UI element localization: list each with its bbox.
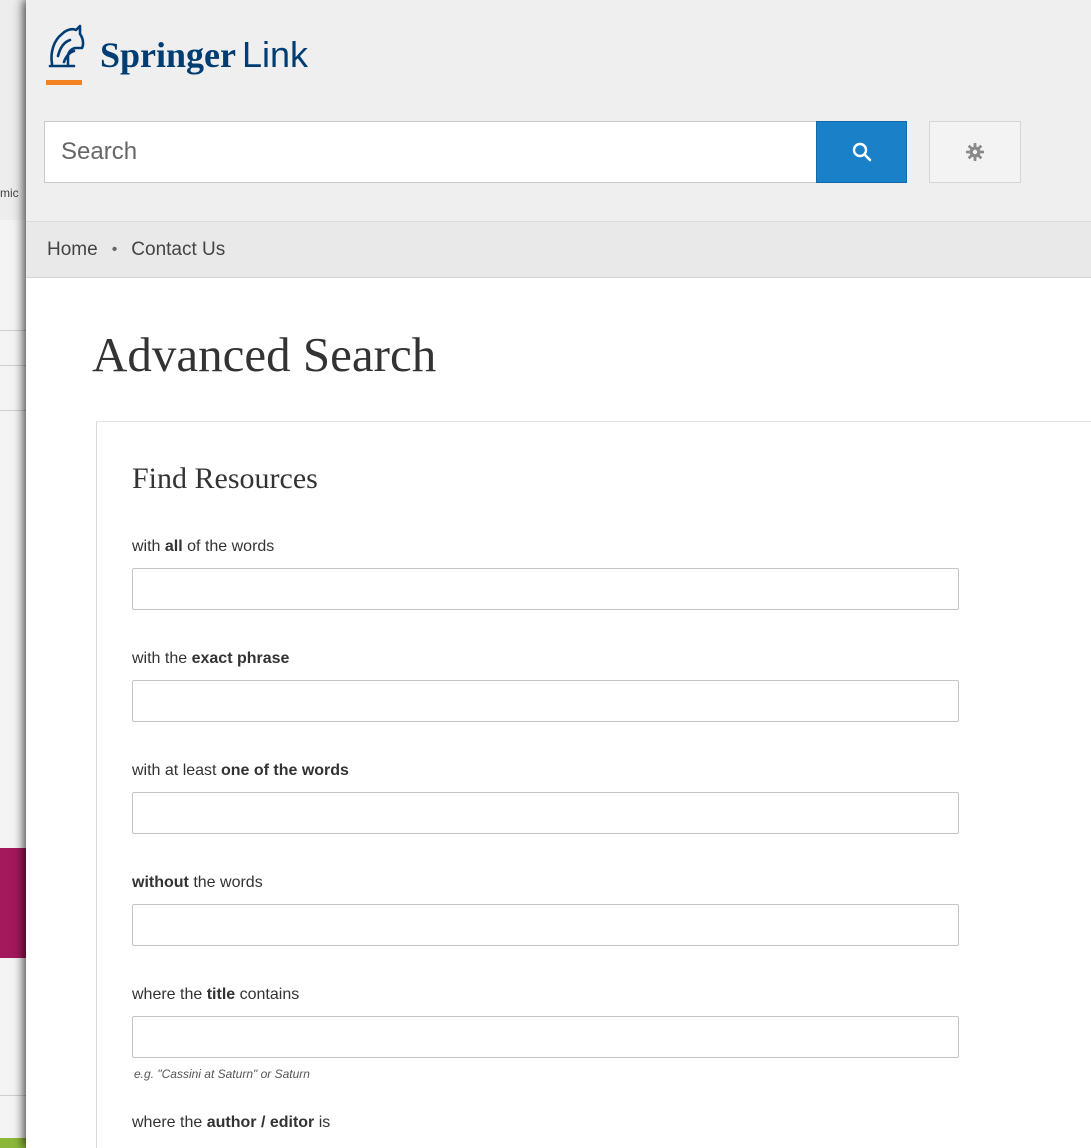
- exact-phrase-input[interactable]: [132, 680, 959, 722]
- label-text: contains: [235, 986, 300, 1003]
- label-text: the words: [188, 874, 263, 891]
- one-of-words-label: with at least one of the words: [132, 762, 349, 780]
- all-words-label: with all of the words: [132, 538, 274, 556]
- springer-knight-icon: [44, 22, 86, 90]
- search-button[interactable]: [816, 121, 907, 183]
- nav-separator: •: [111, 240, 118, 258]
- breadcrumb-nav: Home • Contact Us: [26, 222, 1091, 278]
- all-words-input[interactable]: [132, 568, 959, 610]
- label-text: with: [132, 538, 165, 555]
- springer-link-logo[interactable]: Springer Link: [44, 22, 308, 92]
- logo-wordmark: Springer Link: [100, 34, 308, 76]
- one-of-words-input[interactable]: [132, 792, 959, 834]
- logo-brand: Springer: [100, 35, 237, 75]
- label-emphasis: without: [132, 874, 189, 891]
- author-editor-label: where the author / editor is: [132, 1114, 330, 1132]
- label-emphasis: all: [164, 538, 183, 555]
- search-input[interactable]: [44, 121, 818, 183]
- magnifier-icon: [852, 142, 871, 162]
- nav-contact-us-link[interactable]: Contact Us: [131, 239, 225, 261]
- springer-link-window: Springer Link Search Home • Contact Us A…: [26, 0, 1091, 1148]
- find-resources-panel: Find Resources with all of the words wit…: [96, 421, 1091, 1148]
- label-text: of the words: [182, 538, 275, 555]
- label-text: where the: [132, 1114, 207, 1131]
- settings-button[interactable]: [929, 121, 1021, 183]
- label-emphasis: title: [206, 986, 236, 1003]
- site-header: Springer Link: [26, 0, 1091, 222]
- title-example-hint: e.g. "Cassini at Saturn" or Saturn: [134, 1067, 310, 1081]
- label-text: is: [314, 1114, 331, 1131]
- logo-product: Link: [242, 34, 309, 75]
- label-emphasis: author / editor: [206, 1114, 315, 1131]
- label-text: where the: [132, 986, 207, 1003]
- exact-phrase-label: with the exact phrase: [132, 650, 289, 668]
- label-text: with at least: [132, 762, 221, 779]
- label-text: with the: [132, 650, 192, 667]
- section-title: Find Resources: [132, 462, 318, 495]
- nav-home-link[interactable]: Home: [47, 239, 98, 261]
- background-text: mic: [0, 186, 19, 200]
- label-emphasis: one of the words: [220, 762, 349, 779]
- page-title: Advanced Search: [92, 327, 437, 382]
- without-words-input[interactable]: [132, 904, 959, 946]
- title-contains-input[interactable]: [132, 1016, 959, 1058]
- without-words-label: without the words: [132, 874, 263, 892]
- gear-icon: [966, 143, 984, 161]
- title-contains-label: where the title contains: [132, 986, 299, 1004]
- label-emphasis: exact phrase: [191, 650, 290, 667]
